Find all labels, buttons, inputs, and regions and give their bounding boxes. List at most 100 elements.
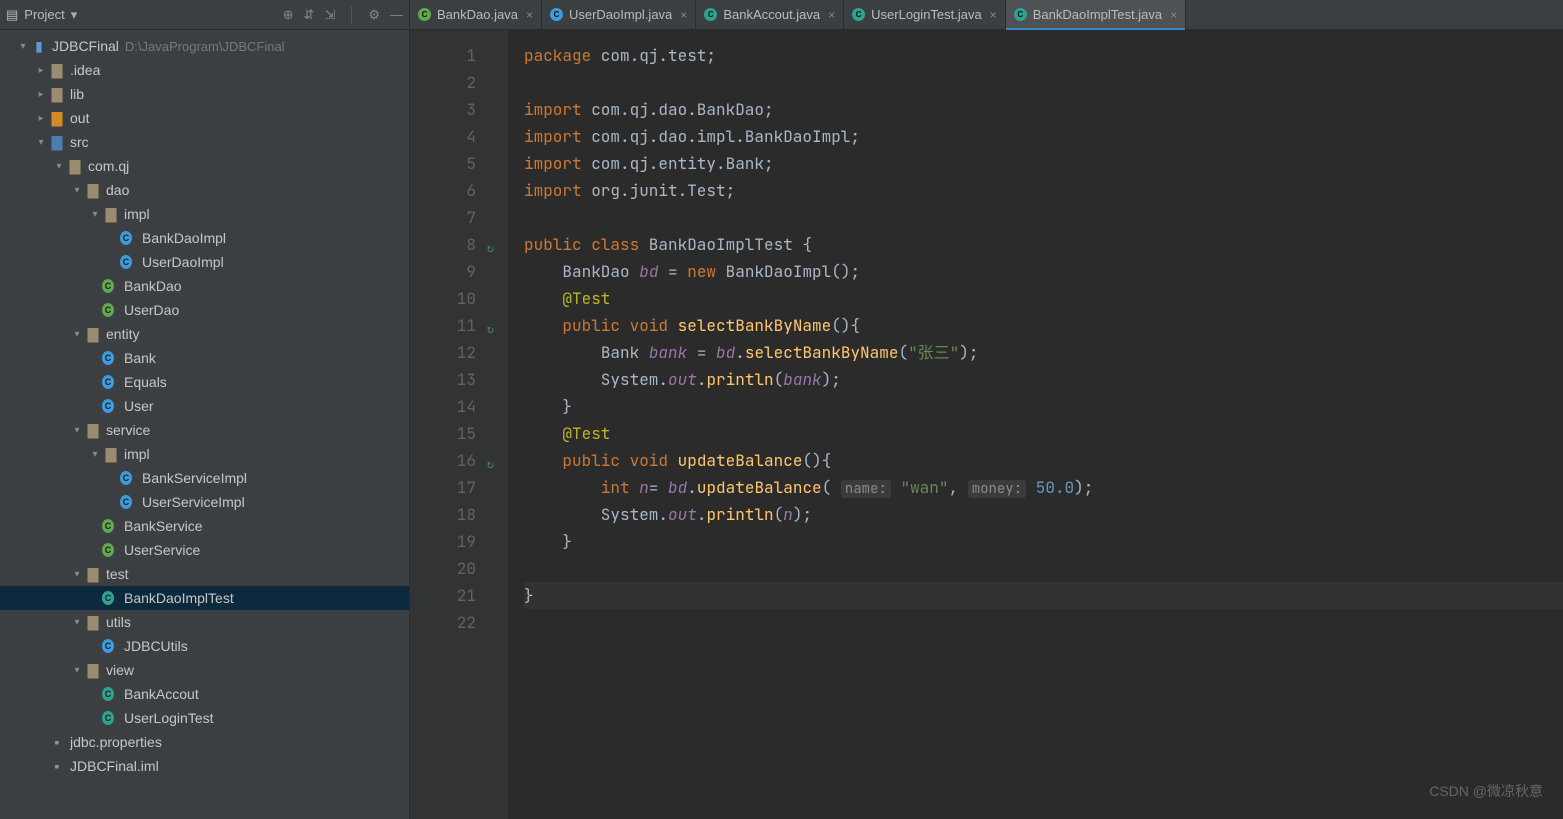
tab-bankdao[interactable]: CBankDao.java× xyxy=(410,0,542,29)
code-line[interactable]: public void updateBalance(){ xyxy=(524,447,1563,474)
tree-item-out[interactable]: ▸▇out xyxy=(0,106,409,130)
gear-icon[interactable]: ⚙ xyxy=(368,7,380,23)
tree-item-label: com.qj xyxy=(88,158,129,174)
tree-item-src[interactable]: ▾▇src xyxy=(0,130,409,154)
chevron-down-icon[interactable]: ▾ xyxy=(88,209,102,220)
line-number: 13 xyxy=(410,366,476,393)
locate-icon[interactable]: ⊕ xyxy=(283,7,294,23)
chevron-right-icon[interactable]: ▸ xyxy=(34,65,48,76)
tree-item-bankdaoimpl[interactable]: CBankDaoImpl xyxy=(0,226,409,250)
tree-item-userdaoimpl[interactable]: CUserDaoImpl xyxy=(0,250,409,274)
tab-userlogintest[interactable]: CUserLoginTest.java× xyxy=(844,0,1006,29)
tree-item-userservice[interactable]: CUserService xyxy=(0,538,409,562)
chevron-down-icon[interactable]: ▾ xyxy=(70,665,84,676)
code-line[interactable]: int n= bd.updateBalance( name: "wan", mo… xyxy=(524,474,1563,501)
chevron-down-icon[interactable]: ▾ xyxy=(16,41,30,52)
tree-item-bankserviceimpl[interactable]: CBankServiceImpl xyxy=(0,466,409,490)
chevron-down-icon[interactable]: ▾ xyxy=(70,185,84,196)
tree-item-userlogintest[interactable]: CUserLoginTest xyxy=(0,706,409,730)
tree-item-bankdao[interactable]: CBankDao xyxy=(0,274,409,298)
code-editor[interactable]: package com.qj.test; import com.qj.dao.B… xyxy=(508,30,1563,819)
code-line[interactable] xyxy=(524,609,1563,636)
tree-item-lib[interactable]: ▸▇lib xyxy=(0,82,409,106)
chevron-right-icon[interactable]: ▸ xyxy=(34,89,48,100)
tree-item-test[interactable]: ▾▇test xyxy=(0,562,409,586)
tree-item-view[interactable]: ▾▇view xyxy=(0,658,409,682)
code-line[interactable]: } xyxy=(524,393,1563,420)
close-icon[interactable]: × xyxy=(990,8,997,22)
code-line[interactable]: Bank bank = bd.selectBankByName("张三"); xyxy=(524,339,1563,366)
line-number: 1 xyxy=(410,42,476,69)
tree-item-jdbcfinal[interactable]: ▾▮JDBCFinalD:\JavaProgram\JDBCFinal xyxy=(0,34,409,58)
chevron-down-icon[interactable]: ▾ xyxy=(52,161,66,172)
hide-icon[interactable]: — xyxy=(390,7,403,22)
project-title-button[interactable]: ▤ Project ▾ xyxy=(6,7,77,23)
close-icon[interactable]: × xyxy=(1170,8,1177,22)
tab-userdaoimpl[interactable]: CUserDaoImpl.java× xyxy=(542,0,696,29)
tree-item-label: service xyxy=(106,422,150,438)
code-line[interactable] xyxy=(524,69,1563,96)
code-line[interactable]: System.out.println(bank); xyxy=(524,366,1563,393)
tree-item-label: User xyxy=(124,398,154,414)
code-line[interactable]: BankDao bd = new BankDaoImpl(); xyxy=(524,258,1563,285)
run-marker-icon[interactable]: ↻ xyxy=(487,451,494,478)
tree-item-jdbcutils[interactable]: CJDBCUtils xyxy=(0,634,409,658)
tree-item-com.qj[interactable]: ▾▇com.qj xyxy=(0,154,409,178)
chevron-down-icon[interactable]: ▾ xyxy=(88,449,102,460)
code-line[interactable]: package com.qj.test; xyxy=(524,42,1563,69)
code-line[interactable]: @Test xyxy=(524,285,1563,312)
run-marker-icon[interactable]: ↻ xyxy=(487,316,494,343)
tree-item-bankdaoimpltest[interactable]: CBankDaoImplTest xyxy=(0,586,409,610)
tree-item-equals[interactable]: CEquals xyxy=(0,370,409,394)
collapse-all-icon[interactable]: ⇲ xyxy=(324,7,335,23)
close-icon[interactable]: × xyxy=(526,8,533,22)
tree-item-utils[interactable]: ▾▇utils xyxy=(0,610,409,634)
tree-item-jdbcfinal.iml[interactable]: ▪JDBCFinal.iml xyxy=(0,754,409,778)
gutter-margin xyxy=(482,30,508,819)
code-line[interactable]: import com.qj.dao.BankDao; xyxy=(524,96,1563,123)
tree-item-jdbc.properties[interactable]: ▪jdbc.properties xyxy=(0,730,409,754)
expand-all-icon[interactable]: ⇵ xyxy=(304,7,315,23)
code-line[interactable]: @Test xyxy=(524,420,1563,447)
close-icon[interactable]: × xyxy=(828,8,835,22)
chevron-down-icon[interactable]: ▾ xyxy=(34,137,48,148)
code-line[interactable]: import com.qj.entity.Bank; xyxy=(524,150,1563,177)
tree-item-bankservice[interactable]: CBankService xyxy=(0,514,409,538)
code-line[interactable]: } xyxy=(524,528,1563,555)
chevron-right-icon[interactable]: ▸ xyxy=(34,113,48,124)
tree-item-user[interactable]: CUser xyxy=(0,394,409,418)
code-line[interactable] xyxy=(524,555,1563,582)
tab-bankaccout[interactable]: CBankAccout.java× xyxy=(696,0,844,29)
tab-bankdaoimpltest[interactable]: CBankDaoImplTest.java× xyxy=(1006,0,1186,29)
code-line[interactable] xyxy=(524,204,1563,231)
tree-item-.idea[interactable]: ▸▇.idea xyxy=(0,58,409,82)
line-number: 5 xyxy=(410,150,476,177)
code-line[interactable]: public void selectBankByName(){ xyxy=(524,312,1563,339)
close-icon[interactable]: × xyxy=(680,8,687,22)
tree-item-label: entity xyxy=(106,326,139,342)
line-number: 12 xyxy=(410,339,476,366)
tree-item-bank[interactable]: CBank xyxy=(0,346,409,370)
tree-item-entity[interactable]: ▾▇entity xyxy=(0,322,409,346)
editor-tabs: CBankDao.java×CUserDaoImpl.java×CBankAcc… xyxy=(410,0,1563,30)
code-line[interactable]: import com.qj.dao.impl.BankDaoImpl; xyxy=(524,123,1563,150)
tree-item-impl[interactable]: ▾▇impl xyxy=(0,202,409,226)
tree-item-bankaccout[interactable]: CBankAccout xyxy=(0,682,409,706)
tree-item-userdao[interactable]: CUserDao xyxy=(0,298,409,322)
tree-item-dao[interactable]: ▾▇dao xyxy=(0,178,409,202)
line-number: 18 xyxy=(410,501,476,528)
editor-panel: CBankDao.java×CUserDaoImpl.java×CBankAcc… xyxy=(410,0,1563,819)
code-line[interactable]: System.out.println(n); xyxy=(524,501,1563,528)
chevron-down-icon[interactable]: ▾ xyxy=(70,329,84,340)
tree-item-service[interactable]: ▾▇service xyxy=(0,418,409,442)
code-line[interactable]: public class BankDaoImplTest { xyxy=(524,231,1563,258)
chevron-down-icon[interactable]: ▾ xyxy=(70,425,84,436)
tree-item-userserviceimpl[interactable]: CUserServiceImpl xyxy=(0,490,409,514)
chevron-down-icon[interactable]: ▾ xyxy=(70,617,84,628)
project-tree[interactable]: ▾▮JDBCFinalD:\JavaProgram\JDBCFinal▸▇.id… xyxy=(0,30,409,819)
chevron-down-icon[interactable]: ▾ xyxy=(70,569,84,580)
code-line[interactable]: } xyxy=(524,582,1563,609)
tree-item-impl[interactable]: ▾▇impl xyxy=(0,442,409,466)
run-marker-icon[interactable]: ↻ xyxy=(487,235,494,262)
code-line[interactable]: import org.junit.Test; xyxy=(524,177,1563,204)
